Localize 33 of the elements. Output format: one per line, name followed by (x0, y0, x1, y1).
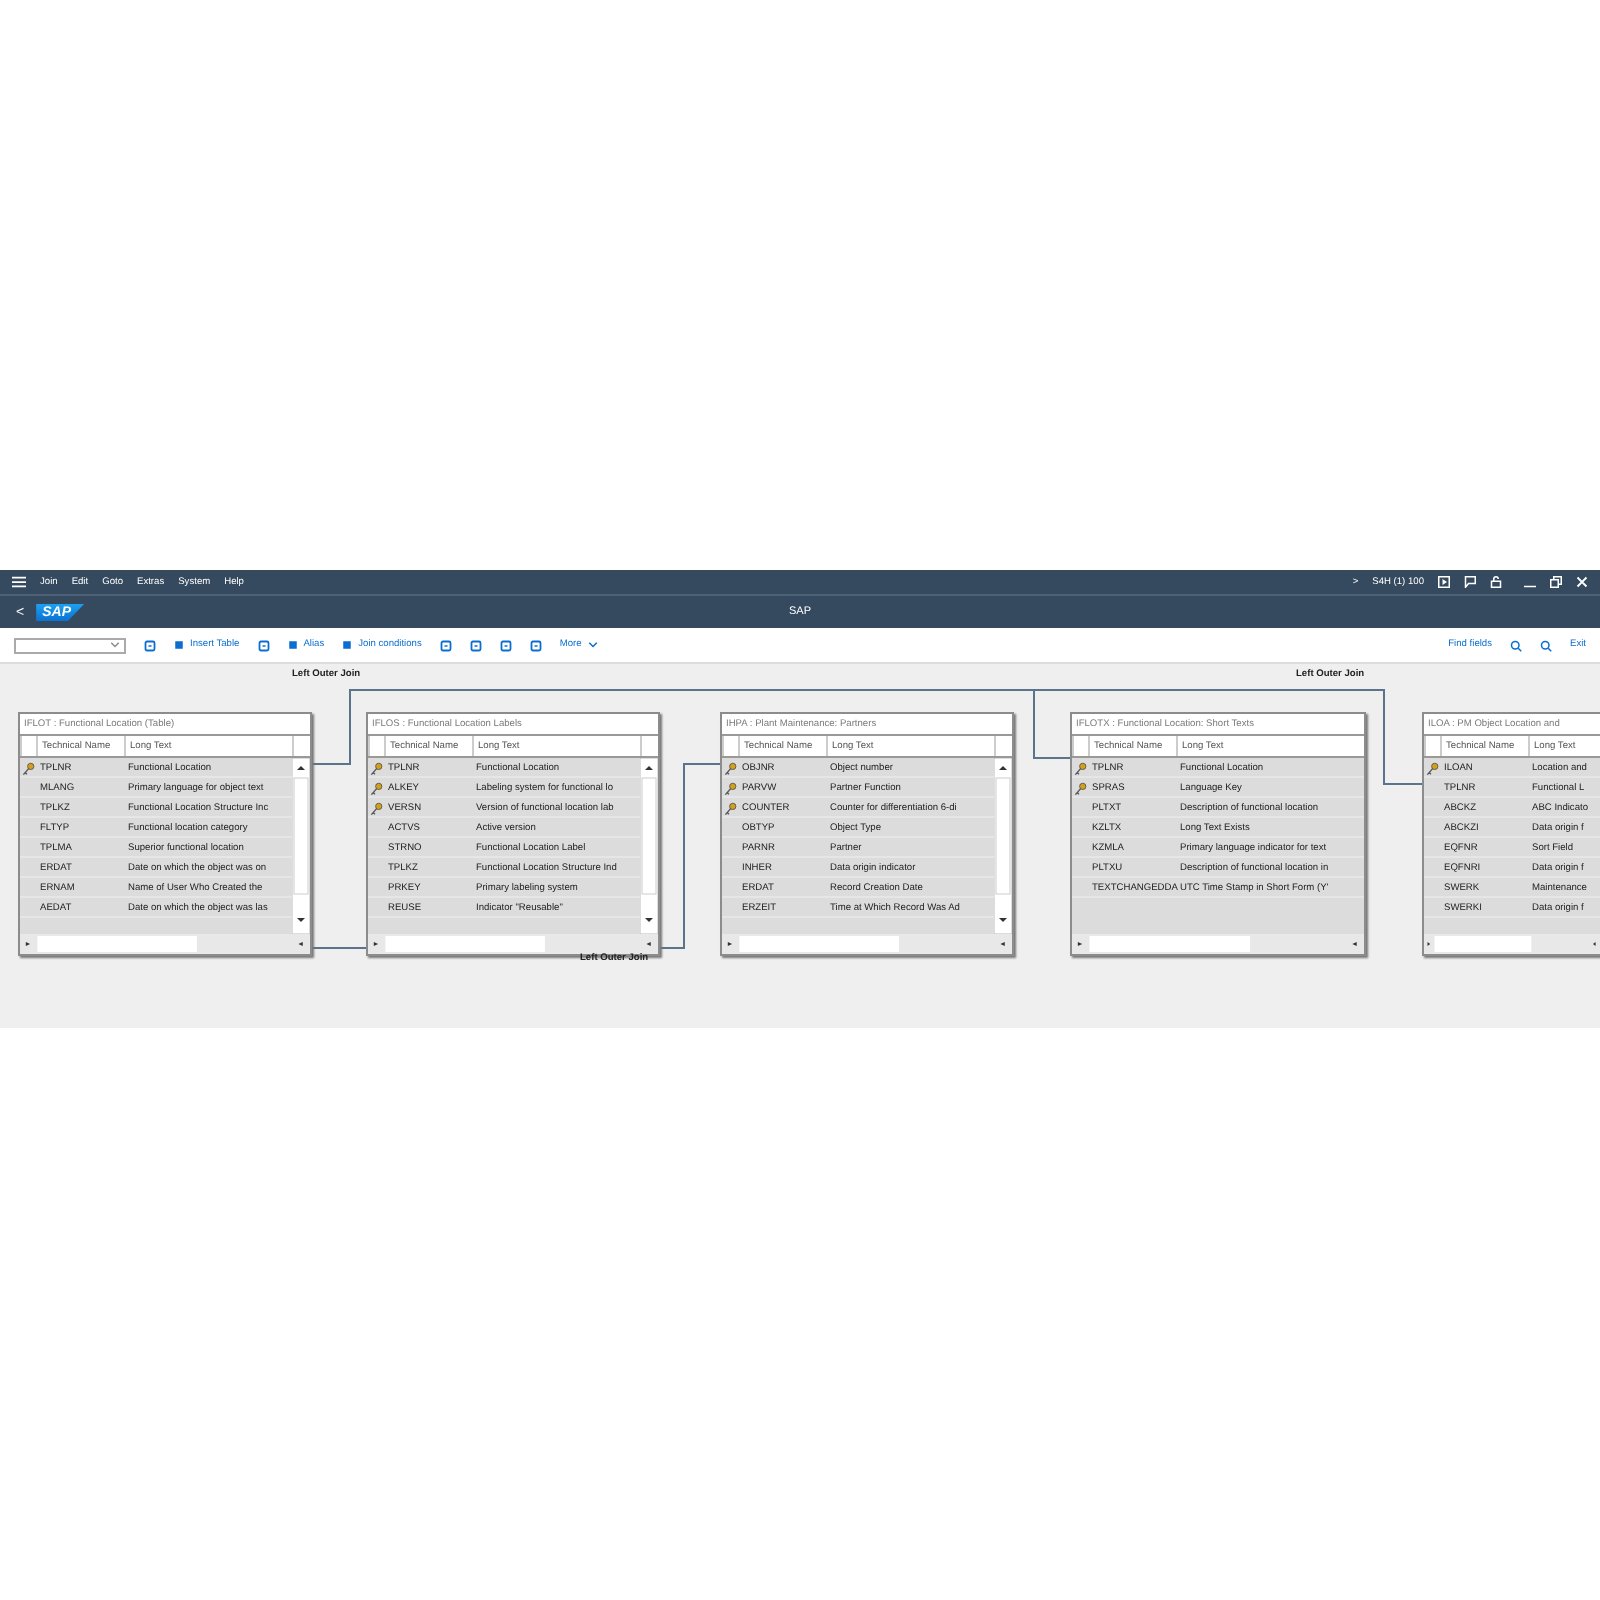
table-panel[interactable] (18, 712, 312, 956)
caret-icon (110, 642, 120, 648)
horizontal-scrollbar[interactable] (20, 934, 310, 954)
square-icon (342, 640, 353, 650)
toolbar-icon[interactable] (439, 639, 452, 651)
vertical-scrollbar[interactable] (994, 758, 1012, 934)
comment-icon[interactable] (1464, 576, 1476, 588)
table-panel[interactable] (366, 712, 660, 956)
toolbar-icon[interactable] (144, 639, 156, 651)
close-icon[interactable] (1576, 576, 1588, 588)
toolbar-icon[interactable] (1540, 639, 1552, 651)
vertical-scrollbar[interactable] (640, 758, 658, 934)
table-panel[interactable] (720, 712, 1014, 956)
table-panel[interactable] (1422, 712, 1600, 956)
horizontal-scrollbar[interactable] (722, 934, 1012, 954)
play-icon[interactable] (1438, 576, 1450, 588)
toolbar-icon[interactable] (257, 639, 270, 651)
table-panel[interactable] (1070, 712, 1366, 956)
toolbar-icon[interactable] (529, 639, 542, 651)
horizontal-scrollbar[interactable] (1072, 934, 1364, 954)
toolbar-icon[interactable] (1510, 639, 1522, 651)
square-icon (174, 640, 184, 650)
square-icon (287, 640, 298, 650)
toolbar-icon[interactable] (469, 639, 482, 651)
dropdown-field[interactable] (14, 637, 126, 653)
horizontal-scrollbar[interactable] (368, 934, 658, 954)
restore-icon[interactable] (1550, 576, 1562, 588)
lock-icon[interactable] (1490, 576, 1502, 588)
horizontal-scrollbar[interactable] (1424, 934, 1600, 954)
vertical-scrollbar[interactable] (292, 758, 310, 934)
toolbar-icon[interactable] (499, 639, 512, 651)
caret-icon (587, 642, 598, 648)
menu-icon[interactable] (12, 576, 26, 588)
